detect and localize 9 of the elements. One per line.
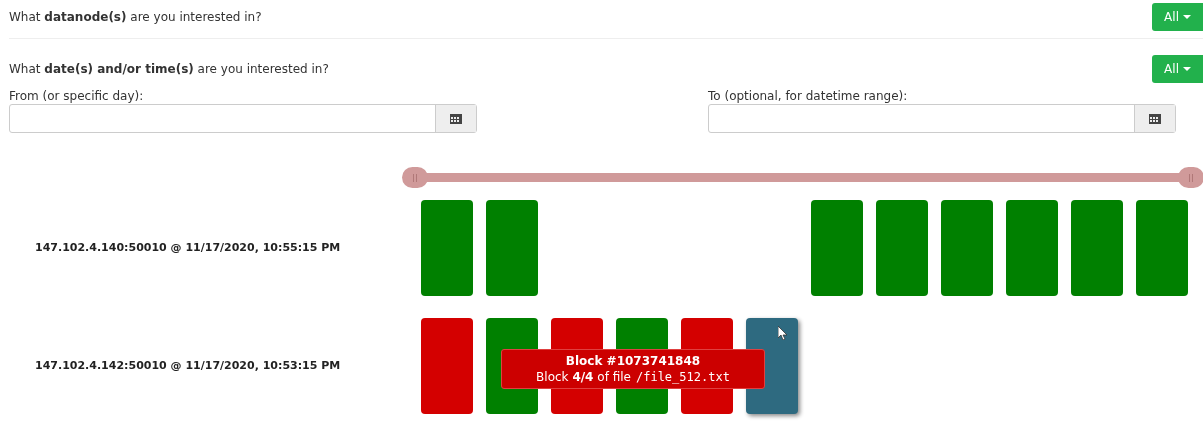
field-label: To (optional, for datetime range): xyxy=(708,88,909,104)
datanode-label: 147.102.4.140:50010 @ 11/17/2020, 10:55:15 PM xyxy=(34,239,342,256)
field-label: From (or specific day): xyxy=(9,88,145,104)
file-path: /file_512.txt xyxy=(635,369,730,385)
tooltip-text: Block 4/4 of file xyxy=(536,369,631,385)
question-text: What datanode(s) are you interested in? xyxy=(9,9,262,26)
question-text: What date(s) and/or time(s) are you interested in? xyxy=(9,61,329,78)
datanode-label: 147.102.4.142:50010 @ 11/17/2020, 10:53:15 PM xyxy=(34,357,342,374)
tooltip-title: Block #1073741848 xyxy=(565,353,701,369)
